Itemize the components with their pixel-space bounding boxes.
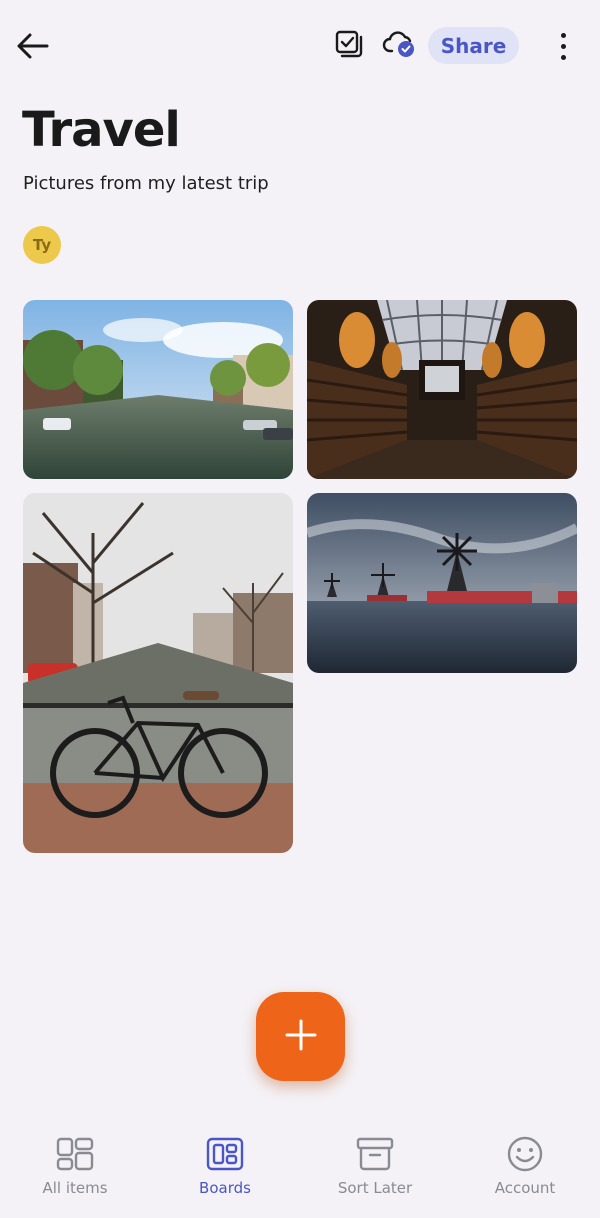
archive-box-icon [355,1135,395,1173]
more-vertical-icon [560,32,566,38]
back-button[interactable] [12,28,52,68]
photo-windmills-water[interactable] [307,493,577,673]
board-title: Travel [22,102,181,158]
boards-icon [205,1135,245,1173]
nav-boards[interactable]: Boards [150,1115,300,1218]
board-description: Pictures from my latest trip [23,173,269,194]
more-options-button[interactable] [548,26,578,66]
bottom-navigation: All items Boards Sort Later Account [0,1115,600,1218]
arrow-left-icon [15,32,49,64]
select-checkbox-icon [334,29,364,63]
smiley-icon [505,1135,545,1173]
avatar[interactable]: Ty [23,226,61,264]
share-button[interactable]: Share [428,27,519,64]
photo-canal-street[interactable] [23,300,293,479]
nav-all-items[interactable]: All items [0,1115,150,1218]
cloud-check-icon [382,29,418,63]
photo-bicycle-bridge[interactable] [23,493,293,853]
plus-icon [284,1018,318,1055]
grid-icon [55,1135,95,1173]
nav-sort-later[interactable]: Sort Later [300,1115,450,1218]
nav-label-all-items: All items [42,1179,108,1197]
select-items-button[interactable] [332,28,366,64]
sync-status-button[interactable] [380,28,420,64]
add-item-button[interactable] [256,992,345,1081]
top-app-bar: Share [0,0,600,92]
nav-label-sort-later: Sort Later [337,1179,413,1197]
photo-library-hall[interactable] [307,300,577,479]
nav-label-boards: Boards [199,1179,251,1197]
nav-account[interactable]: Account [450,1115,600,1218]
nav-label-account: Account [494,1179,556,1197]
